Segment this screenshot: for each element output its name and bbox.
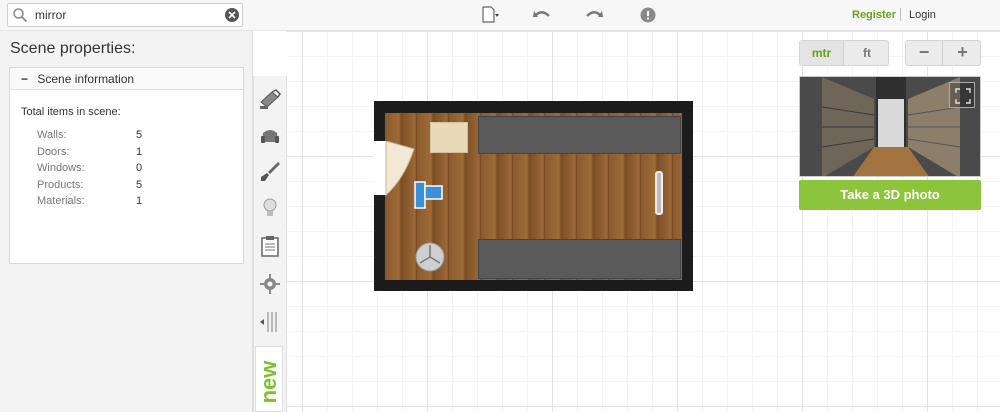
search-box[interactable] <box>7 3 243 27</box>
door[interactable] <box>374 141 416 199</box>
section-label: Scene information <box>37 72 135 86</box>
scene-info-body: Total items in scene: Walls: 5 Doors: 1 … <box>10 90 243 210</box>
stat-value: 0 <box>136 162 143 174</box>
stat-label: Products: <box>37 178 84 191</box>
mirror-product[interactable] <box>414 181 444 209</box>
search-icon <box>13 8 28 23</box>
paint-roller-icon[interactable] <box>258 88 282 112</box>
search-input[interactable] <box>35 6 225 24</box>
scene-information-card: − Scene information Total items in scene… <box>9 67 244 264</box>
top-cabinet[interactable] <box>478 116 681 154</box>
stat-row-materials: Materials: 1 <box>21 193 232 210</box>
unit-imperial-button[interactable]: ft <box>845 41 889 65</box>
redo-icon[interactable] <box>584 6 604 24</box>
take-3d-photo-button[interactable]: Take a 3D photo <box>799 180 981 210</box>
register-link[interactable]: Register <box>852 9 896 21</box>
stat-label: Doors: <box>37 145 70 158</box>
zoom-in-button[interactable]: + <box>944 41 981 65</box>
stat-row-walls: Walls: 5 <box>21 127 232 144</box>
brush-icon[interactable] <box>258 160 282 184</box>
bottom-cabinet[interactable] <box>478 239 681 279</box>
new-file-icon[interactable] <box>480 6 500 24</box>
unit-toggle: mtr ft <box>799 40 889 66</box>
rug[interactable] <box>430 122 468 153</box>
stat-label: Windows: <box>37 162 85 174</box>
new-badge: new <box>256 360 281 404</box>
stool[interactable] <box>414 241 446 273</box>
zoom-out-button[interactable]: − <box>906 41 943 65</box>
armchair-icon[interactable] <box>258 124 282 148</box>
clear-search-icon[interactable] <box>225 8 239 22</box>
zoom-controls: − + <box>905 40 981 66</box>
gear-icon[interactable] <box>258 272 282 296</box>
login-link[interactable]: Login <box>909 9 936 21</box>
clipboard-icon[interactable] <box>258 234 282 258</box>
stat-row-doors: Doors: 1 <box>21 144 232 161</box>
fullscreen-icon[interactable] <box>949 82 975 108</box>
stat-value: 1 <box>136 145 143 158</box>
stat-row-products: Products: 5 <box>21 177 232 194</box>
stat-label: Materials: <box>37 195 85 207</box>
total-items-label: Total items in scene: <box>21 106 121 118</box>
unit-metric-button[interactable]: mtr <box>800 41 844 65</box>
stat-value: 5 <box>136 129 143 141</box>
new-tab[interactable]: new <box>255 346 283 412</box>
top-toolbar: Register Login <box>0 0 1000 31</box>
lightbulb-icon[interactable] <box>258 196 282 220</box>
undo-icon[interactable] <box>532 6 552 24</box>
panel-title: Scene properties: <box>10 40 136 57</box>
room-walls[interactable] <box>374 101 693 291</box>
stat-value: 5 <box>136 178 143 191</box>
scene-information-header[interactable]: − Scene information <box>10 68 243 90</box>
auth-divider <box>900 8 901 21</box>
collapse-icon[interactable] <box>254 305 284 339</box>
door-handle[interactable] <box>655 171 663 215</box>
stat-value: 1 <box>136 195 143 207</box>
stat-label: Walls: <box>37 129 67 141</box>
collapse-minus-icon: − <box>21 72 29 86</box>
scene-properties-panel: Scene properties: − Scene information To… <box>0 31 253 412</box>
stat-row-windows: Windows: 0 <box>21 160 232 177</box>
help-icon[interactable] <box>638 6 658 24</box>
